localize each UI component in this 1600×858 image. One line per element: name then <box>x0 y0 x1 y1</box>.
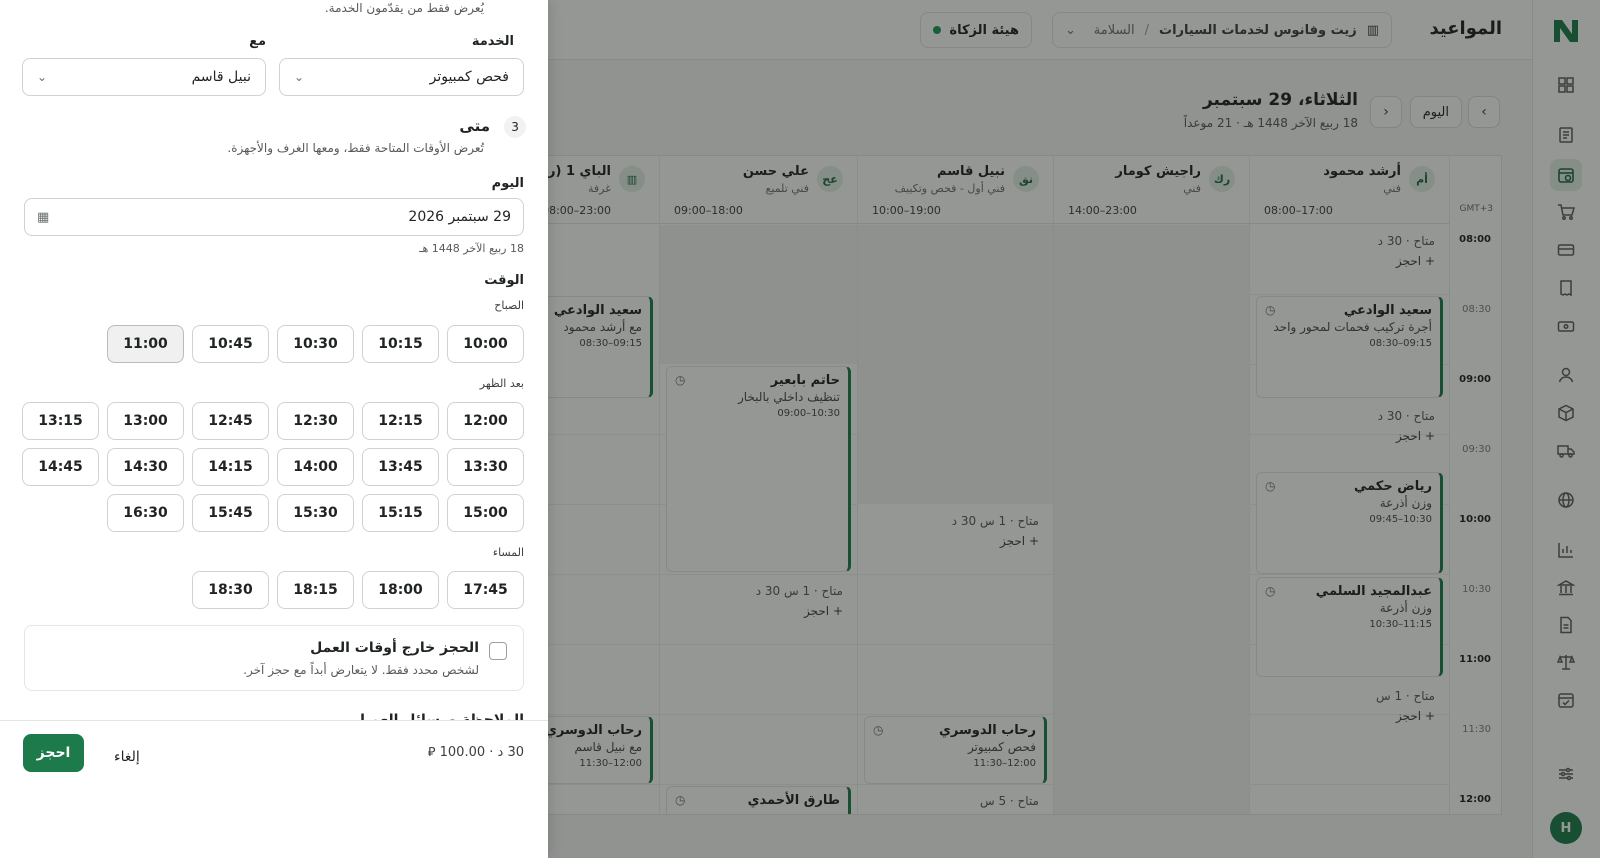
time-slot[interactable]: 14:15 <box>192 448 269 486</box>
time-slot[interactable]: 10:15 <box>362 325 439 363</box>
time-slot[interactable]: 13:15 <box>22 402 99 440</box>
time-slot[interactable]: 13:45 <box>362 448 439 486</box>
time-slot[interactable]: 10:30 <box>277 325 354 363</box>
step-number: 3 <box>504 116 526 138</box>
out-of-hours-title: الحجز خارج أوقات العمل <box>310 640 479 656</box>
service-select[interactable]: فحص كمبيوتر ⌄ <box>279 58 524 96</box>
service-label: الخدمة <box>471 34 514 49</box>
out-of-hours-checkbox[interactable] <box>489 642 507 660</box>
time-slot[interactable]: 15:30 <box>277 494 354 532</box>
day-label: اليوم <box>491 176 524 191</box>
time-slot[interactable]: 18:30 <box>192 571 269 609</box>
date-field[interactable]: 29 سبتمبر 2026 ▦ <box>24 198 524 236</box>
cancel-button[interactable]: إلغاء <box>106 739 148 775</box>
booking-drawer: يُعرض فقط من يقدّمون الخدمة. الخدمة فحص … <box>0 0 548 858</box>
drawer-footer: 30 د · 100.00 ⃁ إلغاء احجز <box>0 720 548 858</box>
time-slot[interactable]: 14:30 <box>107 448 184 486</box>
time-slot-selected[interactable]: 11:00 <box>107 325 184 363</box>
book-button[interactable]: احجز <box>23 734 84 772</box>
time-slot[interactable]: 10:45 <box>192 325 269 363</box>
evening-label: المساء <box>492 546 524 559</box>
time-slot[interactable]: 15:15 <box>362 494 439 532</box>
time-slot[interactable]: 12:15 <box>362 402 439 440</box>
service-value: فحص كمبيوتر <box>429 69 509 85</box>
morning-label: الصباح <box>494 299 524 312</box>
time-slot[interactable]: 16:30 <box>107 494 184 532</box>
drawer-body[interactable]: يُعرض فقط من يقدّمون الخدمة. الخدمة فحص … <box>0 0 548 720</box>
time-slot[interactable]: 12:45 <box>192 402 269 440</box>
provider-hint: يُعرض فقط من يقدّمون الخدمة. <box>324 1 484 15</box>
section-title: متى <box>459 117 490 135</box>
notes-section-title: الملاحظة ورسائل العميل <box>352 712 524 720</box>
chevron-down-icon: ⌄ <box>294 70 305 84</box>
out-of-hours-description: لشخص محدد فقط. لا يتعارض أبداً مع حجز آخ… <box>243 663 479 677</box>
hijri-date: 18 ربيع الآخر 1448 هـ <box>419 242 524 255</box>
with-label: مع <box>249 34 266 49</box>
time-slot[interactable]: 13:00 <box>107 402 184 440</box>
afternoon-label: بعد الظهر <box>479 377 524 390</box>
staff-value: نبيل قاسم <box>191 69 251 85</box>
out-of-hours-option[interactable]: الحجز خارج أوقات العمل لشخص محدد فقط. لا… <box>24 625 524 691</box>
staff-select[interactable]: نبيل قاسم ⌄ <box>22 58 266 96</box>
time-slot[interactable]: 12:30 <box>277 402 354 440</box>
time-slot[interactable]: 15:45 <box>192 494 269 532</box>
section-hint: تُعرض الأوقات المتاحة فقط، ومعها الغرف و… <box>227 141 484 155</box>
calendar-icon[interactable]: ▦ <box>37 210 49 225</box>
chevron-down-icon: ⌄ <box>37 70 48 84</box>
date-value: 29 سبتمبر 2026 <box>408 209 511 225</box>
time-slot[interactable]: 17:45 <box>447 571 524 609</box>
time-slot[interactable]: 14:45 <box>22 448 99 486</box>
time-slot[interactable]: 12:00 <box>447 402 524 440</box>
time-slot[interactable]: 15:00 <box>447 494 524 532</box>
time-label: الوقت <box>484 273 524 288</box>
time-slot[interactable]: 18:15 <box>277 571 354 609</box>
price-summary: 30 د · 100.00 ⃁ <box>427 745 524 760</box>
time-slot[interactable]: 10:00 <box>447 325 524 363</box>
time-slot[interactable]: 13:30 <box>447 448 524 486</box>
time-slot[interactable]: 14:00 <box>277 448 354 486</box>
time-slot[interactable]: 18:00 <box>362 571 439 609</box>
